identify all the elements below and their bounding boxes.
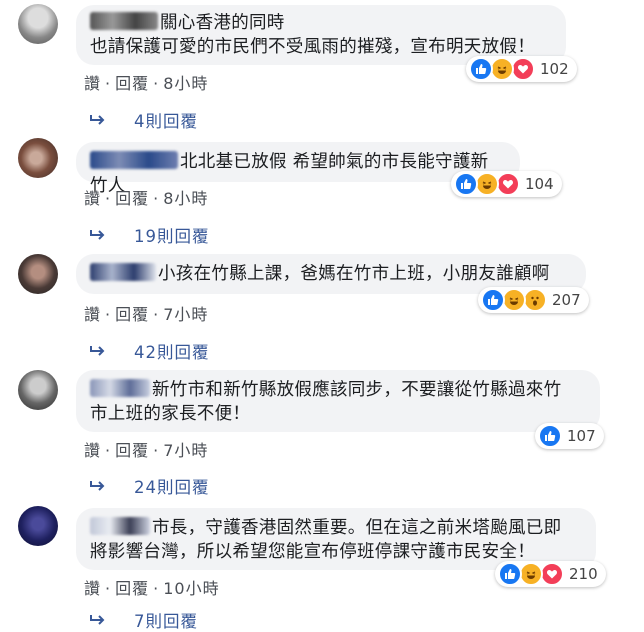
author-name-blurred[interactable] [90,151,178,169]
like-link[interactable]: 讚 [84,441,101,460]
reply-link[interactable]: 回覆 [115,189,149,208]
reply-arrow-icon [90,229,106,241]
timestamp[interactable]: 7小時 [163,305,208,324]
separator: · [153,579,160,598]
separator: · [153,74,160,93]
haha-reaction-icon [519,562,543,586]
author-name-blurred[interactable] [90,12,158,30]
comment-actions: 讚 · 回覆 · 8小時 [84,185,212,209]
replies-count-label: 24則回覆 [134,478,210,497]
reaction-summary[interactable]: 107 [535,423,604,449]
love-reaction-icon [540,562,564,586]
comment-bubble: 新竹市和新竹縣放假應該同步，不要讓從竹縣過來竹 市上班的家長不便！ [76,370,600,432]
view-replies-link[interactable]: 4則回覆 [90,108,198,132]
separator: · [105,189,112,208]
reaction-count: 102 [540,60,569,78]
haha-reaction-icon [475,172,499,196]
timestamp[interactable]: 8小時 [163,74,208,93]
like-reaction-icon [498,562,522,586]
like-link[interactable]: 讚 [84,74,101,93]
comment-text-line: 市上班的家長不便！ [90,404,251,424]
reply-link[interactable]: 回覆 [115,305,149,324]
separator: · [153,441,160,460]
separator: · [105,441,112,460]
reply-arrow-icon [90,345,106,357]
like-link[interactable]: 讚 [84,579,101,598]
comment-text-line: 市長，守護香港固然重要。但在這之前米塔颱風已即 [152,518,562,538]
love-reaction-icon [511,57,535,81]
timestamp[interactable]: 7小時 [163,441,208,460]
comment-actions: 讚 · 回覆 · 8小時 [84,70,212,94]
reply-link[interactable]: 回覆 [115,441,149,460]
view-replies-link[interactable]: 42則回覆 [90,339,210,363]
replies-count-label: 42則回覆 [134,343,210,362]
comment-text-line: 也請保護可愛的市民們不受風雨的摧殘，宣布明天放假！ [90,37,535,57]
view-replies-link[interactable]: 19則回覆 [90,223,210,247]
comment-text-line: 新竹市和新竹縣放假應該同步，不要讓從竹縣過來竹 [152,380,562,400]
reaction-summary[interactable]: 210 [495,561,606,587]
haha-reaction-icon [490,57,514,81]
avatar[interactable] [18,138,58,178]
comment-text-line: 小孩在竹縣上課，爸媽在竹市上班，小朋友誰顧啊 [158,264,550,284]
reply-arrow-icon [90,614,106,626]
reaction-count: 104 [525,175,554,193]
reaction-count: 107 [567,427,596,445]
replies-count-label: 7則回覆 [134,612,198,631]
separator: · [153,189,160,208]
reply-link[interactable]: 回覆 [115,74,149,93]
separator: · [153,305,160,324]
like-link[interactable]: 讚 [84,189,101,208]
author-name-blurred[interactable] [90,263,156,281]
timestamp[interactable]: 8小時 [163,189,208,208]
view-replies-link[interactable]: 24則回覆 [90,474,210,498]
reaction-summary[interactable]: 104 [451,171,562,197]
avatar[interactable] [18,370,58,410]
timestamp[interactable]: 10小時 [163,579,219,598]
author-name-blurred[interactable] [90,379,150,397]
like-reaction-icon [538,424,562,448]
wow-reaction-icon [523,288,547,312]
like-reaction-icon [481,288,505,312]
avatar[interactable] [18,4,58,44]
view-replies-link[interactable]: 7則回覆 [90,608,198,632]
avatar[interactable] [18,254,58,294]
separator: · [105,305,112,324]
reply-link[interactable]: 回覆 [115,579,149,598]
replies-count-label: 4則回覆 [134,112,198,131]
reaction-summary[interactable]: 207 [478,287,589,313]
comment-text-line: 將影響台灣，所以希望您能宣布停班停課守護市民安全！ [90,542,535,562]
comment-actions: 讚 · 回覆 · 7小時 [84,301,212,325]
separator: · [105,579,112,598]
comment-actions: 讚 · 回覆 · 7小時 [84,437,212,461]
replies-count-label: 19則回覆 [134,227,210,246]
reaction-count: 207 [552,291,581,309]
avatar[interactable] [18,506,58,546]
reply-arrow-icon [90,114,106,126]
author-name-blurred[interactable] [90,517,150,535]
haha-reaction-icon [502,288,526,312]
like-reaction-icon [469,57,493,81]
reply-arrow-icon [90,480,106,492]
reaction-summary[interactable]: 102 [466,56,577,82]
like-reaction-icon [454,172,478,196]
separator: · [105,74,112,93]
reaction-count: 210 [569,565,598,583]
comment-actions: 讚 · 回覆 · 10小時 [84,575,224,599]
like-link[interactable]: 讚 [84,305,101,324]
love-reaction-icon [496,172,520,196]
comment-text-line: 關心香港的同時 [160,13,285,33]
